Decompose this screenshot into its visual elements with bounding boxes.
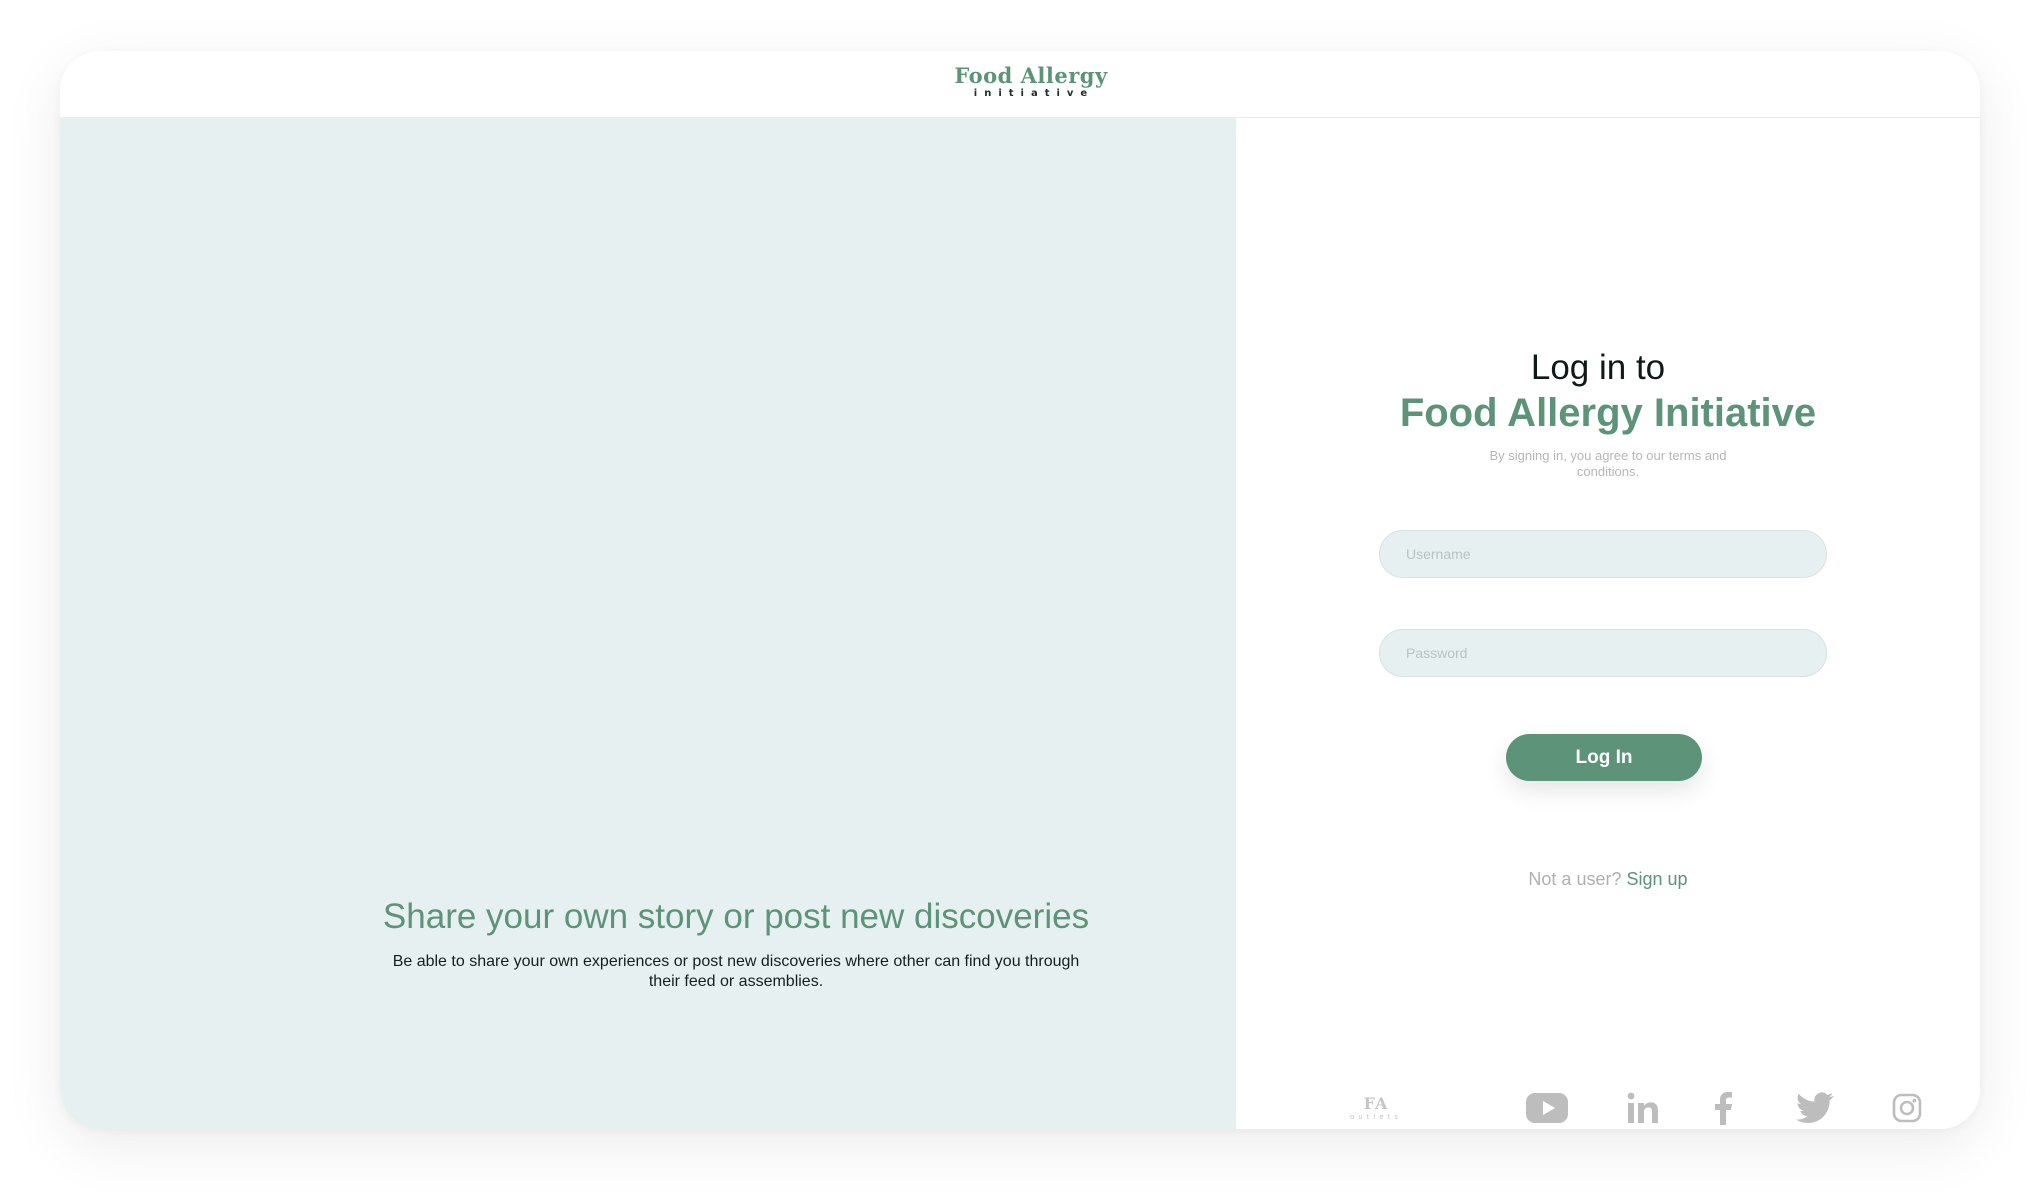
signup-prompt: Not a user? — [1528, 869, 1622, 889]
login-button[interactable]: Log In — [1506, 734, 1702, 781]
login-heading: Log in to Food Allergy Initiative — [1236, 347, 1980, 437]
feature-title: Share your own story or post new discove… — [382, 897, 1090, 936]
login-heading-line1: Log in to — [1530, 348, 1666, 387]
fa-outlets-sub: outlets — [1349, 1112, 1403, 1121]
social-links: FA outlets — [1236, 1088, 1980, 1128]
terms-text: By signing in, you agree to our terms an… — [1489, 448, 1727, 479]
facebook-icon[interactable] — [1712, 1088, 1734, 1128]
twitter-icon[interactable] — [1796, 1088, 1834, 1128]
app-card: Food Allergy initiative Share your own s… — [60, 51, 1980, 1129]
signup-row: Not a user? Sign up — [1236, 869, 1980, 890]
logo-sub-text: initiative — [973, 88, 1095, 99]
feature-panel: Share your own story or post new discove… — [60, 118, 1236, 1129]
feature-description: Be able to share your own experiences or… — [392, 953, 1080, 990]
login-panel: Log in to Food Allergy Initiative By sig… — [1236, 118, 1980, 1129]
fa-outlets-logo[interactable]: FA outlets — [1344, 1088, 1408, 1128]
youtube-icon[interactable] — [1525, 1088, 1569, 1128]
fa-outlets-main: FA — [1363, 1093, 1389, 1113]
linkedin-icon[interactable] — [1626, 1088, 1660, 1128]
logo-main-text: Food Allergy — [954, 63, 1108, 88]
instagram-icon[interactable] — [1891, 1088, 1923, 1128]
food-allergy-logo[interactable]: Food Allergy initiative — [951, 63, 1111, 100]
signup-link[interactable]: Sign up — [1627, 869, 1688, 889]
top-bar: Food Allergy initiative — [60, 51, 1980, 118]
password-input[interactable] — [1379, 629, 1827, 677]
login-heading-line2: Food Allergy Initiative — [1399, 391, 1817, 435]
username-input[interactable] — [1379, 530, 1827, 578]
